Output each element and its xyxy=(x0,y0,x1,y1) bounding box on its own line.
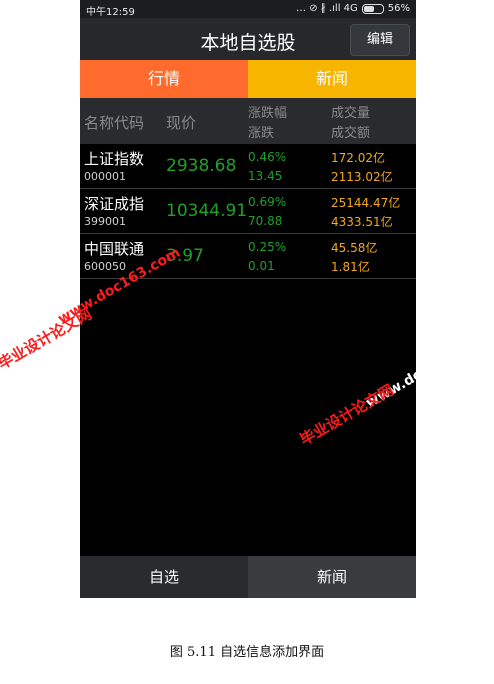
status-time: 中午12:59 xyxy=(86,7,135,18)
battery-level: 56% xyxy=(387,3,410,14)
stock-code: 600050 xyxy=(84,260,126,273)
status-bar: 中午12:59 … ⊘ ∦ .ıll 4G 56% xyxy=(80,0,416,18)
header-pct[interactable]: 涨跌幅 xyxy=(248,102,287,121)
battery-icon xyxy=(361,3,384,14)
status-icons: … ⊘ ∦ .ıll 4G 56% xyxy=(296,3,410,14)
stock-name: 中国联通 xyxy=(84,240,145,258)
stock-amount: 2113.02亿 xyxy=(331,170,393,184)
top-tabs: 行情 新闻 xyxy=(80,60,416,98)
phone-screen: 中午12:59 … ⊘ ∦ .ıll 4G 56% 本地自选股 编辑 行情 新闻… xyxy=(80,0,416,598)
stock-volume: 172.02亿 xyxy=(331,151,385,165)
stock-volume: 45.58亿 xyxy=(331,241,378,255)
table-header: 名称代码 现价 涨跌幅 涨跌 成交量 成交额 xyxy=(80,98,416,144)
header-name-code[interactable]: 名称代码 xyxy=(84,112,144,133)
stock-change: 0.01 xyxy=(248,259,275,273)
stock-change: 13.45 xyxy=(248,169,283,183)
stock-price: 3.97 xyxy=(166,246,204,266)
tab-quotes[interactable]: 行情 xyxy=(80,60,248,98)
stock-name: 深证成指 xyxy=(84,195,145,213)
header-amount[interactable]: 成交额 xyxy=(331,122,370,141)
header-volume[interactable]: 成交量 xyxy=(331,102,370,121)
tab-news[interactable]: 新闻 xyxy=(248,60,416,98)
table-row[interactable]: 上证指数 000001 2938.68 0.46% 13.45 172.02亿 … xyxy=(80,144,416,189)
signal-icons: … ⊘ ∦ .ıll 4G xyxy=(296,3,358,14)
stock-pct: 0.69% xyxy=(248,195,287,209)
stock-pct: 0.25% xyxy=(248,240,287,254)
bottom-tabs: 自选 新闻 xyxy=(80,556,416,598)
tab-watchlist[interactable]: 自选 xyxy=(80,556,248,598)
title-bar: 本地自选股 编辑 xyxy=(80,18,416,60)
edit-button[interactable]: 编辑 xyxy=(350,24,410,56)
stock-price: 10344.91 xyxy=(166,201,248,221)
stock-name: 上证指数 xyxy=(84,150,145,168)
header-change[interactable]: 涨跌 xyxy=(248,122,274,141)
figure-caption: 图 5.11 自选信息添加界面 xyxy=(169,645,325,660)
stock-price: 2938.68 xyxy=(166,156,237,176)
stock-change: 70.88 xyxy=(248,214,283,228)
stock-amount: 4333.51亿 xyxy=(331,215,393,229)
table-row[interactable]: 深证成指 399001 10344.91 0.69% 70.88 25144.4… xyxy=(80,189,416,234)
stock-code: 000001 xyxy=(84,170,126,183)
tab-bottom-news[interactable]: 新闻 xyxy=(248,556,416,598)
stock-code: 399001 xyxy=(84,215,126,228)
table-row[interactable]: 中国联通 600050 3.97 0.25% 0.01 45.58亿 1.81亿 xyxy=(80,234,416,279)
stock-amount: 1.81亿 xyxy=(331,260,370,274)
header-price[interactable]: 现价 xyxy=(166,112,196,133)
stock-pct: 0.46% xyxy=(248,150,287,164)
stock-volume: 25144.47亿 xyxy=(331,196,401,210)
